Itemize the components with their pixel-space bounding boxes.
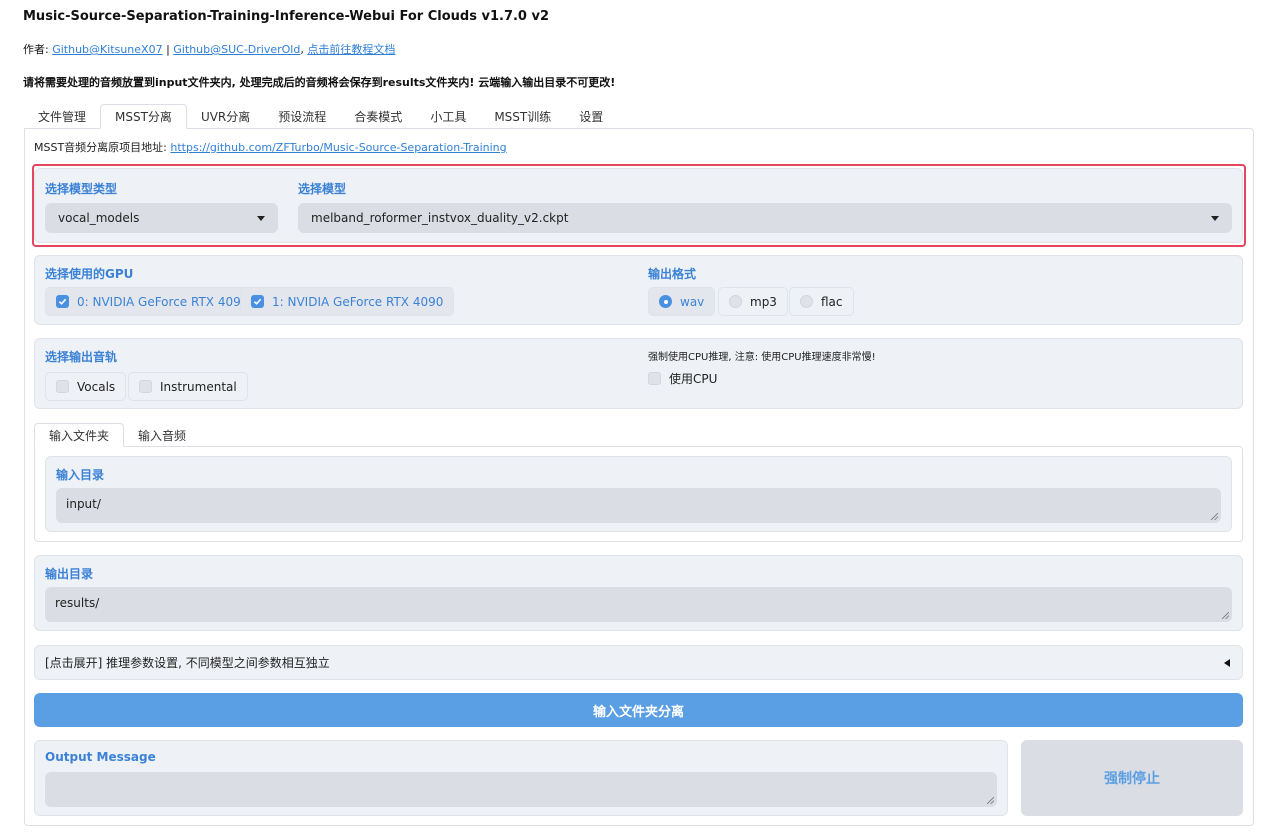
input-dir-label: 输入目录 [56,468,105,482]
separate-folder-button[interactable]: 输入文件夹分离 [34,693,1243,727]
tracks-label: 选择输出音轨 [45,350,118,364]
use-cpu-label: 使用CPU [669,372,718,386]
checkbox-unchecked-icon [56,380,69,393]
chevron-down-icon [1211,215,1219,221]
track-option-label: Vocals [77,379,116,394]
tab-settings[interactable]: 设置 [565,104,617,129]
output-message-block: Output Message [34,740,1008,816]
tutorial-link[interactable]: 点击前往教程文档 [307,43,395,56]
authors-line: 作者: Github@KitsuneX07 | Github@SUC-Drive… [23,41,395,57]
model-type-value: vocal_models [58,211,140,225]
output-message-field[interactable] [45,772,997,807]
checkbox-unchecked-icon [648,372,661,385]
gpu-option-label: 1: NVIDIA GeForce RTX 4090 [272,294,444,309]
model-label: 选择模型 [298,182,347,196]
format-option-label: flac [821,294,843,309]
format-option-wav[interactable]: wav [648,287,716,316]
repo-line: MSST音频分离原项目地址: https://github.com/ZFTurb… [34,139,507,155]
tab-file-manager[interactable]: 文件管理 [24,104,100,129]
radio-unselected-icon [800,295,813,308]
author-separator: | [162,43,174,56]
checkbox-checked-icon [56,295,69,308]
format-option-flac[interactable]: flac [789,287,854,316]
tab-tools[interactable]: 小工具 [416,104,480,129]
cpu-note: 强制使用CPU推理, 注意: 使用CPU推理速度非常慢! [648,352,876,363]
track-option-instrumental[interactable]: Instrumental [128,372,248,401]
resize-handle-icon[interactable] [1211,513,1218,520]
tab-input-folder[interactable]: 输入文件夹 [34,423,125,447]
format-option-label: wav [680,294,705,309]
gpu-option-label: 0: NVIDIA GeForce RTX 4090 [77,294,249,309]
caret-left-icon [1224,658,1230,667]
model-type-dropdown[interactable]: vocal_models [45,203,278,233]
input-dir-block: 输入目录 input/ [45,456,1232,532]
model-selection-block: 选择模型类型 vocal_models 选择模型 melband_roforme… [34,168,1243,243]
track-option-label: Instrumental [160,379,237,394]
inference-params-accordion[interactable]: [点击展开] 推理参数设置, 不同模型之间参数相互独立 [34,645,1243,680]
tab-msst-training[interactable]: MSST训练 [480,104,565,129]
author-link-2[interactable]: Github@SUC-DriverOld [173,43,300,56]
main-tab-bar: 文件管理 MSST分离 UVR分离 预设流程 合奏模式 小工具 MSST训练 设… [24,104,617,129]
force-stop-button[interactable]: 强制停止 [1021,740,1243,816]
output-message-label: Output Message [45,750,156,764]
tracks-cpu-block: 选择输出音轨 Vocals Instrumental 强制使用CPU推理, 注意… [34,338,1243,409]
radio-selected-icon [659,295,672,308]
format-label: 输出格式 [648,267,697,281]
format-option-label: mp3 [750,294,777,309]
input-dir-field[interactable]: input/ [56,488,1221,523]
input-folder-panel: 输入目录 input/ [34,446,1243,542]
tab-msst-separation[interactable]: MSST分离 [100,104,187,129]
checkbox-unchecked-icon [139,380,152,393]
tab-input-audio[interactable]: 输入音频 [124,423,200,447]
gpu-option-1[interactable]: 1: NVIDIA GeForce RTX 4090 [240,287,455,316]
resize-handle-icon[interactable] [1222,612,1229,619]
author-prefix: 作者: [23,43,53,56]
author-link-1[interactable]: Github@KitsuneX07 [52,43,162,56]
tab-ensemble-mode[interactable]: 合奏模式 [340,104,416,129]
model-dropdown[interactable]: melband_roformer_instvox_duality_v2.ckpt [298,203,1232,233]
model-value: melband_roformer_instvox_duality_v2.ckpt [311,211,569,225]
checkbox-checked-icon [251,295,264,308]
notice-text: 请将需要处理的音频放置到input文件夹内, 处理完成后的音频将会保存到resu… [23,76,616,89]
output-dir-field[interactable]: results/ [45,587,1232,622]
output-dir-block: 输出目录 results/ [34,555,1243,631]
accordion-label: [点击展开] 推理参数设置, 不同模型之间参数相互独立 [45,656,330,670]
output-dir-value: results/ [55,596,100,610]
app-page: Music-Source-Separation-Training-Inferen… [0,0,1280,837]
track-option-vocals[interactable]: Vocals [45,372,127,401]
gpu-format-block: 选择使用的GPU 0: NVIDIA GeForce RTX 4090 1: N… [34,255,1243,325]
repo-link[interactable]: https://github.com/ZFTurbo/Music-Source-… [170,141,506,154]
radio-unselected-icon [729,295,742,308]
repo-prefix: MSST音频分离原项目地址: [34,141,171,154]
output-dir-label: 输出目录 [45,567,94,581]
gpu-option-0[interactable]: 0: NVIDIA GeForce RTX 4090 [45,287,260,316]
input-tab-bar: 输入文件夹 输入音频 [34,423,200,447]
input-dir-value: input/ [66,497,101,511]
use-cpu-checkbox[interactable]: 使用CPU [648,370,717,387]
app-title: Music-Source-Separation-Training-Inferen… [23,9,550,24]
tab-uvr-separation[interactable]: UVR分离 [187,104,264,129]
resize-handle-icon[interactable] [987,797,994,804]
tab-preset-flow[interactable]: 预设流程 [264,104,340,129]
format-option-mp3[interactable]: mp3 [718,287,788,316]
chevron-down-icon [257,215,265,221]
model-type-label: 选择模型类型 [45,182,118,196]
gpu-label: 选择使用的GPU [45,267,134,281]
